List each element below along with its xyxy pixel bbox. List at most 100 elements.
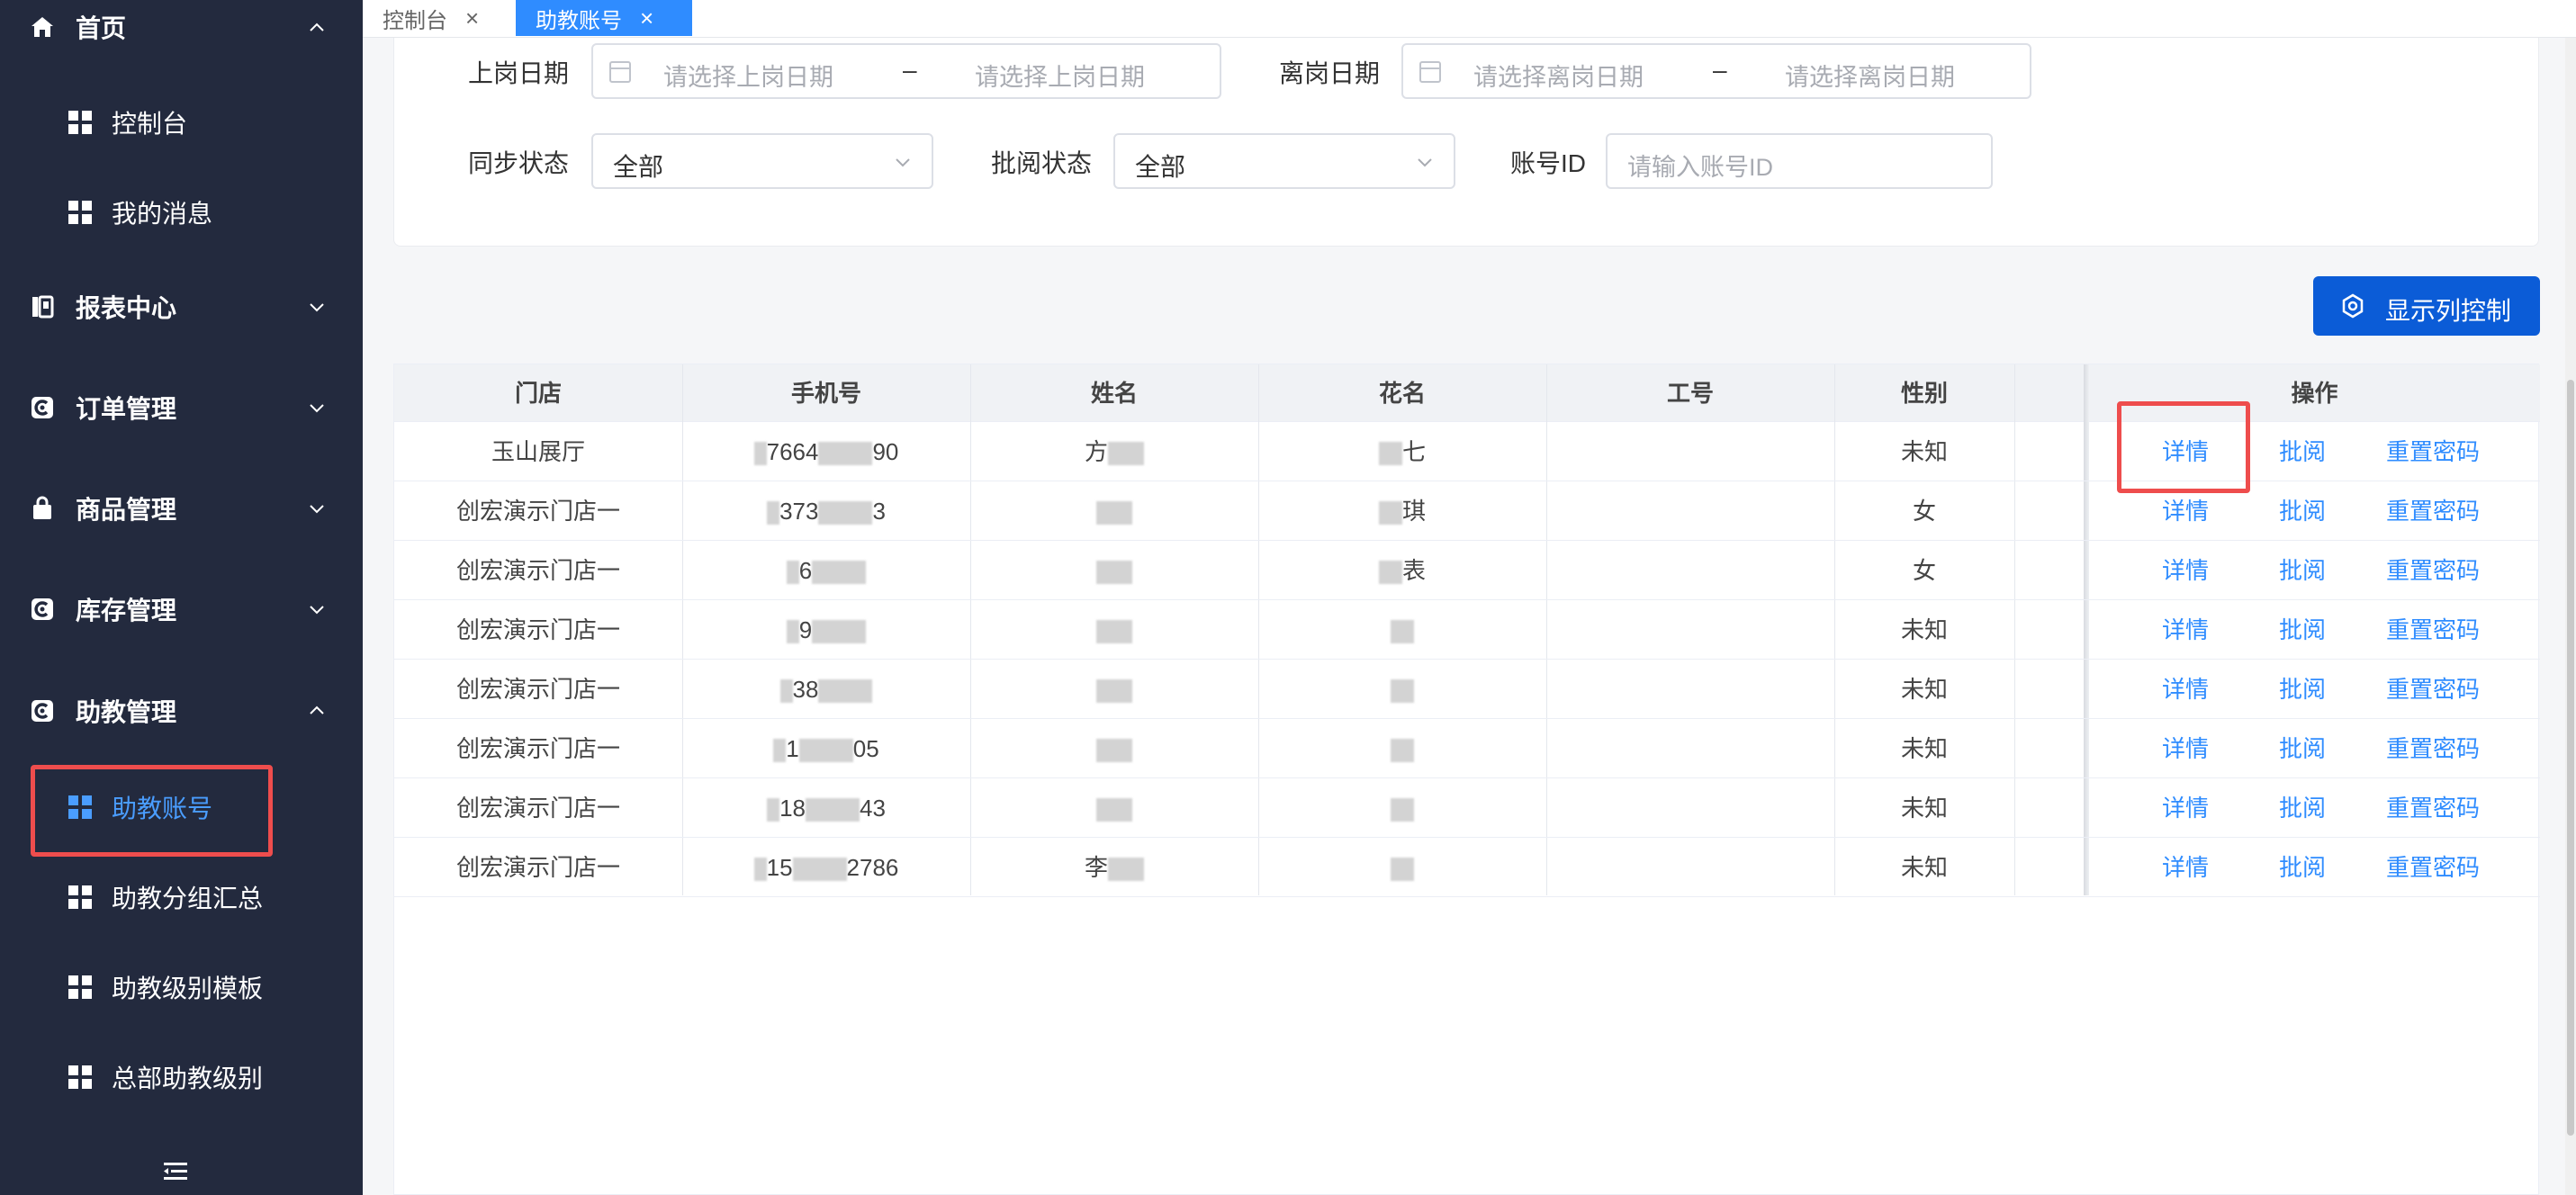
- sidebar-item-assistant-account[interactable]: 助教账号: [0, 776, 363, 839]
- sidebar-item-label: 我的消息: [112, 200, 213, 228]
- tab-console[interactable]: 控制台 ×: [383, 0, 479, 36]
- review-link[interactable]: 批阅: [2266, 422, 2338, 481]
- reset-password-link[interactable]: 重置密码: [2365, 541, 2500, 600]
- detail-link[interactable]: 详情: [2140, 838, 2230, 897]
- sidebar-item-label: 助教账号: [112, 795, 213, 822]
- review-link[interactable]: 批阅: [2266, 660, 2338, 719]
- sidebar-item-hq-assistant-level[interactable]: 总部助教级别: [0, 1046, 363, 1109]
- onboard-date-label: 上岗日期: [468, 59, 570, 87]
- leave-date-range-picker[interactable]: 请选择离岗日期 – 请选择离岗日期: [1401, 43, 2031, 99]
- reset-password-link[interactable]: 重置密码: [2365, 600, 2500, 660]
- tab-assistant-account[interactable]: 助教账号 ×: [516, 0, 692, 36]
- table-row: 创宏演示门店一 38 未知 详情 批阅 重置密码: [394, 660, 2540, 719]
- close-icon[interactable]: ×: [640, 4, 653, 32]
- cell-gender: 未知: [1900, 735, 1948, 762]
- cell-store: 创宏演示门店一: [455, 557, 620, 584]
- cell-gender: 未知: [1900, 676, 1948, 703]
- sync-status-select[interactable]: 全部: [591, 133, 933, 189]
- sidebar-group-label: 订单管理: [76, 395, 177, 423]
- sidebar-group-label: 库存管理: [76, 597, 177, 624]
- detail-link[interactable]: 详情: [2140, 778, 2230, 838]
- sidebar-group-home[interactable]: 首页: [0, 0, 363, 54]
- cell-store: 创宏演示门店一: [455, 735, 620, 762]
- column-control-button[interactable]: 显示列控制: [2313, 276, 2540, 336]
- grid-icon: [68, 885, 92, 909]
- sidebar-group-orders[interactable]: 订单管理: [0, 376, 363, 439]
- cell-gender: 未知: [1900, 438, 1948, 465]
- chevron-up-icon: [310, 22, 324, 31]
- sidebar-group-goods[interactable]: 商品管理: [0, 477, 363, 540]
- cell-name: 李: [970, 838, 1258, 897]
- account-id-input[interactable]: 请输入账号ID: [1606, 133, 1993, 189]
- column-header-name: 姓名: [1090, 380, 1138, 407]
- cell-phone: 38: [682, 660, 970, 719]
- account-id-label: 账号ID: [1510, 149, 1587, 177]
- sidebar-item-assistant-group-summary[interactable]: 助教分组汇总: [0, 866, 363, 929]
- chevron-down-icon: [1418, 158, 1432, 167]
- table-row: 创宏演示门店一 6 表 女 详情 批阅 重置密码: [394, 541, 2540, 600]
- review-link[interactable]: 批阅: [2266, 481, 2338, 541]
- review-link[interactable]: 批阅: [2266, 541, 2338, 600]
- detail-link[interactable]: 详情: [2140, 541, 2230, 600]
- reset-password-link[interactable]: 重置密码: [2365, 719, 2500, 778]
- grid-icon: [68, 795, 92, 819]
- cell-alias: [1258, 660, 1546, 719]
- review-status-select[interactable]: 全部: [1113, 133, 1455, 189]
- leave-start-input[interactable]: 请选择离岗日期: [1473, 58, 1644, 93]
- order-icon: [29, 394, 56, 421]
- assistant-icon: [29, 697, 56, 724]
- onboard-end-input[interactable]: 请选择上岗日期: [975, 58, 1145, 93]
- table-row: 创宏演示门店一 18 43 未知 详情 批阅 重置密码: [394, 778, 2540, 838]
- cell-phone: 15 2786: [682, 838, 970, 897]
- chevron-up-icon: [310, 705, 324, 714]
- review-link[interactable]: 批阅: [2266, 838, 2338, 897]
- detail-link[interactable]: 详情: [2140, 600, 2230, 660]
- review-link[interactable]: 批阅: [2266, 600, 2338, 660]
- detail-link[interactable]: 详情: [2140, 719, 2230, 778]
- select-value: 全部: [613, 153, 664, 181]
- cell-store: 玉山展厅: [491, 438, 585, 465]
- review-link[interactable]: 批阅: [2266, 778, 2338, 838]
- close-icon[interactable]: ×: [465, 4, 479, 32]
- detail-highlight-box: [2117, 401, 2250, 493]
- review-link[interactable]: 批阅: [2266, 719, 2338, 778]
- cell-phone: 7664 90: [682, 422, 970, 481]
- reset-password-link[interactable]: 重置密码: [2365, 660, 2500, 719]
- page-scrollbar[interactable]: [2565, 38, 2576, 1195]
- cell-gender: 女: [1912, 498, 1936, 525]
- range-separator: –: [1713, 56, 1727, 84]
- sidebar-group-assistant[interactable]: 助教管理: [0, 679, 363, 742]
- sidebar-item-console[interactable]: 控制台: [0, 91, 363, 154]
- sidebar-group-inventory[interactable]: 库存管理: [0, 578, 363, 641]
- reset-password-link[interactable]: 重置密码: [2365, 481, 2500, 541]
- detail-link[interactable]: 详情: [2140, 660, 2230, 719]
- onboard-start-input[interactable]: 请选择上岗日期: [663, 58, 833, 93]
- cell-gender: 未知: [1900, 616, 1948, 643]
- leave-end-input[interactable]: 请选择离岗日期: [1785, 58, 1955, 93]
- reset-password-link[interactable]: 重置密码: [2365, 838, 2500, 897]
- sidebar-group-label: 首页: [76, 14, 127, 42]
- sidebar-item-assistant-level-template[interactable]: 助教级别模板: [0, 956, 363, 1019]
- bag-icon: [29, 495, 56, 522]
- grid-icon: [68, 975, 92, 999]
- chevron-down-icon: [896, 158, 910, 167]
- collapse-menu-icon[interactable]: [162, 1161, 189, 1182]
- sync-status-label: 同步状态: [468, 149, 570, 177]
- sidebar-group-reports[interactable]: 报表中心: [0, 275, 363, 338]
- column-header-store: 门店: [514, 380, 562, 407]
- cell-alias: 琪: [1258, 481, 1546, 541]
- scrollbar-thumb[interactable]: [2567, 380, 2574, 1136]
- input-placeholder: 请输入账号ID: [1627, 154, 1773, 181]
- reset-password-link[interactable]: 重置密码: [2365, 778, 2500, 838]
- tab-bar: 控制台 × 助教账号 ×: [363, 0, 2576, 38]
- cell-name: [970, 719, 1258, 778]
- cell-job-no: [1546, 660, 1834, 719]
- sidebar-item-messages[interactable]: 我的消息: [0, 181, 363, 244]
- cell-alias: [1258, 778, 1546, 838]
- reset-password-link[interactable]: 重置密码: [2365, 422, 2500, 481]
- onboard-date-range-picker[interactable]: 请选择上岗日期 – 请选择上岗日期: [591, 43, 1221, 99]
- cell-job-no: [1546, 600, 1834, 660]
- inventory-icon: [29, 596, 56, 623]
- column-header-phone: 手机号: [790, 380, 861, 407]
- cell-job-no: [1546, 778, 1834, 838]
